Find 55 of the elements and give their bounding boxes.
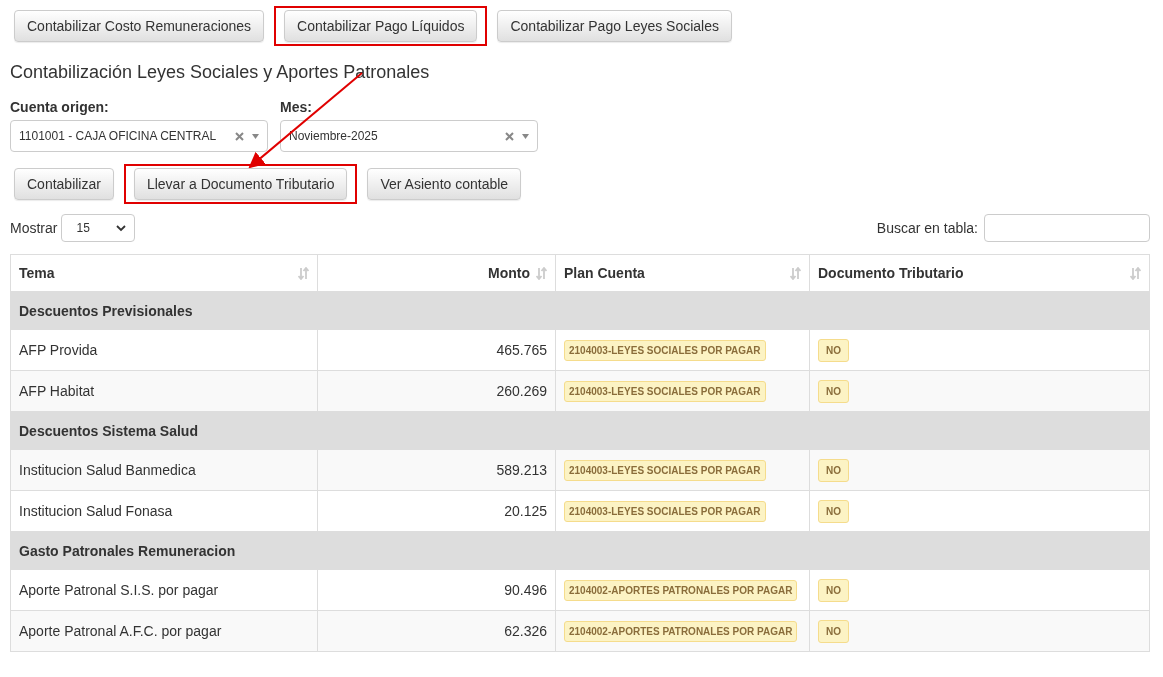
sort-icon[interactable] xyxy=(1130,266,1141,280)
status-tag: NO xyxy=(818,338,849,362)
clear-icon[interactable] xyxy=(235,131,244,141)
action-button[interactable]: Ver Asiento contable xyxy=(367,168,522,200)
sort-icon[interactable] xyxy=(536,266,547,280)
table-cell: 90.496 xyxy=(317,569,556,611)
column-header[interactable]: Documento Tributario xyxy=(809,254,1150,292)
table-cell: AFP Habitat xyxy=(10,370,318,412)
group-header: Descuentos Previsionales xyxy=(10,291,1150,330)
account-tag: 2104003-LEYES SOCIALES POR PAGAR xyxy=(564,339,766,361)
table-cell: 465.765 xyxy=(317,329,556,371)
tab-button[interactable]: Contabilizar Costo Remuneraciones xyxy=(14,10,265,42)
status-tag: NO xyxy=(818,379,849,403)
sort-icon[interactable] xyxy=(298,266,309,280)
page-size-select[interactable]: 15 xyxy=(61,214,136,242)
table-cell: 62.326 xyxy=(317,610,556,652)
page-title: Contabilización Leyes Sociales y Aportes Patronales xyxy=(10,62,431,83)
action-button[interactable]: Llevar a Documento Tributario xyxy=(133,168,348,200)
search-label: Buscar en tabla: xyxy=(876,220,978,236)
column-header[interactable]: Plan Cuenta xyxy=(555,254,810,292)
clear-icon[interactable] xyxy=(505,131,514,141)
table-cell: 20.125 xyxy=(317,490,556,532)
group-header: Gasto Patronales Remuneracion xyxy=(10,531,1150,570)
field-label: Cuenta origen: xyxy=(10,99,110,115)
action-button[interactable]: Contabilizar xyxy=(14,168,114,200)
account-tag: 2104002-APORTES PATRONALES POR PAGAR xyxy=(564,579,798,601)
show-label: Mostrar xyxy=(10,220,58,236)
table-cell: Institucion Salud Banmedica xyxy=(10,449,318,491)
account-tag: 2104003-LEYES SOCIALES POR PAGAR xyxy=(564,459,766,481)
search-field[interactable] xyxy=(984,214,1150,242)
caret-icon[interactable] xyxy=(522,133,529,139)
status-tag: NO xyxy=(818,458,849,482)
status-tag: NO xyxy=(818,499,849,523)
select-field[interactable]: 1101001 - CAJA OFICINA CENTRAL xyxy=(10,120,268,152)
table-cell: Aporte Patronal A.F.C. por pagar xyxy=(10,610,318,652)
table-cell: 589.213 xyxy=(317,449,556,491)
column-header[interactable]: Monto xyxy=(317,254,556,292)
tab-button[interactable]: Contabilizar Pago Líquidos xyxy=(284,10,478,42)
chevron-icon xyxy=(116,224,127,232)
column-header[interactable]: Tema xyxy=(10,254,318,292)
table-cell: Aporte Patronal S.I.S. por pagar xyxy=(10,569,318,611)
field-label: Mes: xyxy=(280,99,313,115)
group-header: Descuentos Sistema Salud xyxy=(10,411,1150,450)
caret-icon[interactable] xyxy=(252,133,259,139)
status-tag: NO xyxy=(818,578,849,602)
account-tag: 2104003-LEYES SOCIALES POR PAGAR xyxy=(564,380,766,402)
table-cell: Institucion Salud Fonasa xyxy=(10,490,318,532)
select-field[interactable]: Noviembre-2025 xyxy=(280,120,538,152)
status-tag: NO xyxy=(818,619,849,643)
account-tag: 2104003-LEYES SOCIALES POR PAGAR xyxy=(564,500,766,522)
table-cell: 260.269 xyxy=(317,370,556,412)
account-tag: 2104002-APORTES PATRONALES POR PAGAR xyxy=(564,620,798,642)
tab-button[interactable]: Contabilizar Pago Leyes Sociales xyxy=(497,10,733,42)
sort-icon[interactable] xyxy=(790,266,801,280)
table-cell: AFP Provida xyxy=(10,329,318,371)
